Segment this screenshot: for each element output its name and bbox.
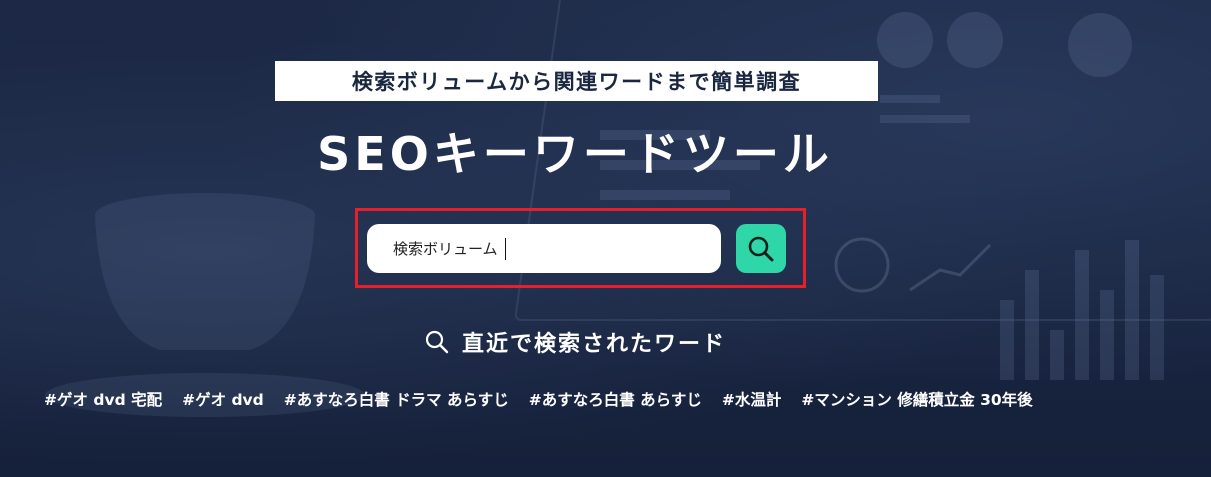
text-caret (505, 238, 506, 260)
search-input[interactable] (367, 224, 721, 273)
recent-tag[interactable]: #ゲオ dvd (182, 388, 264, 410)
recent-searches-heading: 直近で検索されたワード (0, 326, 1150, 358)
recent-tag[interactable]: #あすなろ白書 あらすじ (529, 388, 702, 410)
search-button[interactable] (736, 224, 786, 273)
recent-tag[interactable]: #ゲオ dvd 宅配 (44, 388, 162, 410)
page-title: SEOキーワードツール (317, 127, 833, 181)
recent-search-tags: #ゲオ dvd 宅配 #ゲオ dvd #あすなろ白書 ドラマ あらすじ #あすな… (44, 388, 1184, 410)
search-icon (424, 329, 450, 355)
tagline-banner: 検索ボリュームから関連ワードまで簡単調査 (275, 61, 878, 101)
recent-tag[interactable]: #マンション 修繕積立金 30年後 (801, 388, 1032, 410)
search-icon (748, 236, 774, 261)
recent-tag[interactable]: #水温計 (722, 388, 782, 410)
recent-searches-label: 直近で検索されたワード (461, 332, 726, 357)
hero-section: 検索ボリュームから関連ワードまで簡単調査 SEOキーワードツール 直近で検索され… (0, 0, 1211, 477)
recent-tag[interactable]: #あすなろ白書 ドラマ あらすじ (284, 388, 509, 410)
